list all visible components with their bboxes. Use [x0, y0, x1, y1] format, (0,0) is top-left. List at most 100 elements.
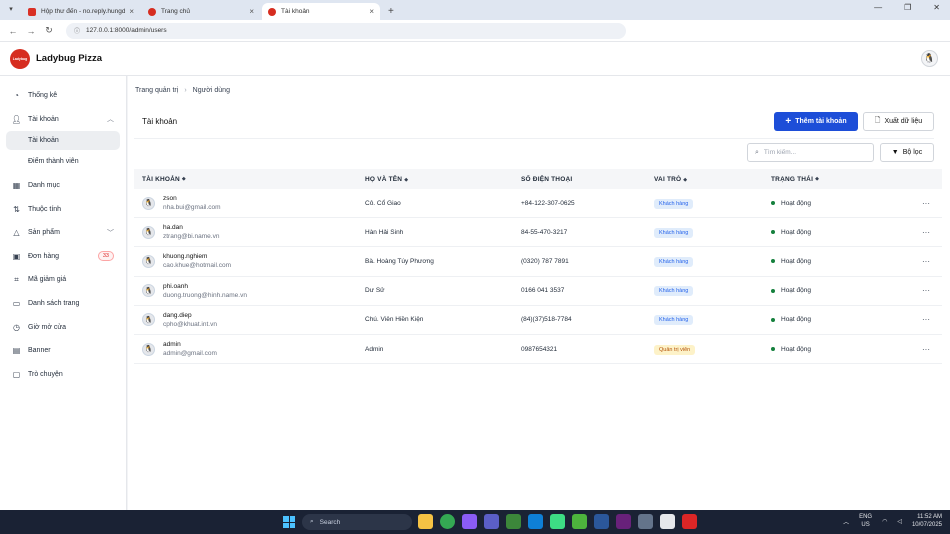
node-icon[interactable] [506, 514, 521, 529]
media-icon[interactable] [682, 514, 697, 529]
user-icon: 👤︎ [11, 114, 22, 124]
url-field[interactable]: ⓘ 127.0.0.1:8000/admin/users [66, 22, 626, 39]
teams-icon[interactable] [484, 514, 499, 529]
close-window-icon[interactable]: ✕ [933, 3, 940, 12]
sidebar-item-categories[interactable]: ▦ Danh mục [0, 174, 126, 198]
sort-icon: ⇅ [13, 204, 20, 214]
close-icon[interactable]: × [369, 7, 374, 16]
more-actions-icon[interactable]: ··· [910, 286, 942, 295]
tool-icon[interactable] [638, 514, 653, 529]
add-account-button[interactable]: + Thêm tài khoản [774, 112, 858, 131]
minimize-icon[interactable]: — [874, 3, 882, 12]
sidebar-item-chat[interactable]: ▢ Trò chuyện [0, 363, 126, 387]
status-dot [771, 288, 775, 293]
chrome-icon[interactable] [440, 514, 455, 529]
clock[interactable]: 11:52 AM 10/07/2025 [912, 513, 942, 529]
mongodb-icon[interactable] [572, 514, 587, 529]
sidebar-item-accounts[interactable]: 👤︎ Tài khoản ︿ [0, 108, 126, 132]
user-email: nha.bui@gmail.com [163, 204, 221, 212]
search-input[interactable]: ⌕ Tìm kiếm... [747, 143, 874, 162]
table-row[interactable]: 🐧 ha.dan ztrang@bi.name.vn Hàn Hải Sinh 84… [134, 218, 942, 248]
tab-search-icon[interactable]: ▾ [4, 3, 18, 17]
chevron-down-icon: ﹀ [107, 229, 114, 237]
column-header-fullname[interactable]: HỌ VÀ TÊN ◆ [365, 176, 521, 183]
user-avatar-icon: 🐧 [142, 342, 155, 356]
forward-icon[interactable]: → [24, 26, 38, 36]
table-row[interactable]: 🐧 khuong.nghiem cao.khue@hotmail.com Bà. H… [134, 247, 942, 277]
status-text: Hoạt động [781, 345, 811, 353]
column-header-role[interactable]: VAI TRÒ ◆ [654, 176, 771, 183]
breadcrumb-root[interactable]: Trang quản trị [135, 87, 178, 94]
app-header: Ladybug Ladybug Pizza 🐧 [0, 42, 950, 76]
sidebar-item-banner[interactable]: ▤ Banner [0, 339, 126, 363]
status-text: Hoạt động [781, 316, 811, 324]
sidebar-item-products[interactable]: △ Sản phẩm ﹀ [0, 221, 126, 245]
user-email: ztrang@bi.name.vn [163, 233, 220, 241]
tab-label: Tài khoản [281, 8, 310, 15]
add-account-label: Thêm tài khoản [795, 118, 847, 125]
breadcrumb: Trang quản trị › Người dùng [135, 87, 230, 94]
sidebar-subitem-accounts[interactable]: Tài khoản [6, 131, 120, 151]
browser-tab-mail[interactable]: Hộp thư đến - no.reply.hungde × [22, 3, 140, 20]
sidebar-item-statistics[interactable]: ◔ Thống kê [0, 84, 126, 108]
new-tab-icon[interactable]: + [388, 6, 394, 17]
sidebar-item-label: Đơn hàng [28, 252, 60, 260]
browser-tab-home[interactable]: Trang chủ × [142, 3, 260, 20]
pizza-favicon-icon [148, 7, 156, 16]
android-studio-icon[interactable] [550, 514, 565, 529]
word-icon[interactable] [594, 514, 609, 529]
role-badge: Khách hàng [654, 315, 694, 326]
visual-studio-icon[interactable] [616, 514, 631, 529]
full-name: Cô. Cổ Giao [365, 199, 401, 207]
chart-pie-icon: ◔ [14, 91, 19, 101]
back-icon[interactable]: ← [6, 26, 20, 36]
header-label: VAI TRÒ [654, 175, 682, 183]
browser-tab-accounts[interactable]: Tài khoản × [262, 3, 380, 20]
user-avatar-icon: 🐧 [142, 284, 155, 298]
more-actions-icon[interactable]: ··· [910, 228, 942, 237]
divider [134, 138, 934, 139]
volume-icon[interactable]: ◁ [897, 518, 902, 525]
header-label: TRẠNG THÁI [771, 175, 814, 183]
table-row[interactable]: 🐧 phi.oanh duong.truong@hinh.name.vn Dư Sử… [134, 277, 942, 306]
site-info-icon[interactable]: ⓘ [74, 26, 80, 35]
more-actions-icon[interactable]: ··· [910, 199, 942, 208]
taskbar-search-input[interactable]: ⌕ Search [302, 514, 412, 530]
sidebar-item-coupons[interactable]: ⌗ Mã giảm giá [0, 268, 126, 292]
sort-icon: ◆ [404, 176, 409, 183]
user-avatar[interactable]: 🐧 [921, 50, 938, 67]
sidebar-subitem-member-points[interactable]: Điểm thành viên [0, 150, 126, 174]
more-actions-icon[interactable]: ··· [910, 315, 942, 324]
brand-name[interactable]: Ladybug Pizza [36, 53, 102, 64]
user-avatar-icon: 🐧 [142, 313, 155, 327]
filter-label: Bộ lọc [902, 149, 923, 156]
brand-logo[interactable]: Ladybug [10, 48, 30, 69]
more-actions-icon[interactable]: ··· [910, 257, 942, 266]
filter-button[interactable]: ▼ Bộ lọc [880, 143, 934, 162]
close-icon[interactable]: × [129, 7, 134, 16]
column-header-status[interactable]: TRẠNG THÁI ◆ [771, 176, 910, 183]
sidebar-item-opening-hours[interactable]: ◷ Giờ mở cửa [0, 315, 126, 339]
windows-start-icon[interactable] [283, 516, 295, 528]
table-row[interactable]: 🐧 admin admin@gmail.com Admin 0987654321 Q… [134, 335, 942, 365]
chevron-right-icon: › [184, 87, 187, 94]
chevron-up-icon[interactable]: ︿ [843, 517, 849, 526]
sidebar-item-orders[interactable]: ▣ Đơn hàng 33 [0, 245, 126, 269]
image-icon: ▤ [12, 346, 21, 356]
wifi-icon[interactable]: ◠ [882, 518, 887, 525]
export-data-button[interactable]: 🗋 Xuất dữ liệu [863, 112, 934, 131]
more-actions-icon[interactable]: ··· [910, 345, 942, 354]
github-desktop-icon[interactable] [462, 514, 477, 529]
sidebar-item-attributes[interactable]: ⇅ Thuộc tính [0, 197, 126, 221]
sidebar-item-pages[interactable]: ▭ Danh sách trang [0, 292, 126, 316]
table-row[interactable]: 🐧 zson nha.bui@gmail.com Cô. Cổ Giao +84-1… [134, 189, 942, 219]
close-icon[interactable]: × [249, 7, 254, 16]
language-indicator[interactable]: ENG US [859, 513, 872, 529]
calendar-icon[interactable] [660, 514, 675, 529]
reload-icon[interactable]: ↻ [42, 25, 56, 36]
column-header-account[interactable]: TÀI KHOẢN ◆ [134, 176, 365, 183]
maximize-icon[interactable]: ❐ [904, 3, 911, 12]
table-row[interactable]: 🐧 dang.diep cpho@khuat.int.vn Chú. Viên Hi… [134, 306, 942, 335]
file-explorer-icon[interactable] [418, 514, 433, 529]
vscode-icon[interactable] [528, 514, 543, 529]
